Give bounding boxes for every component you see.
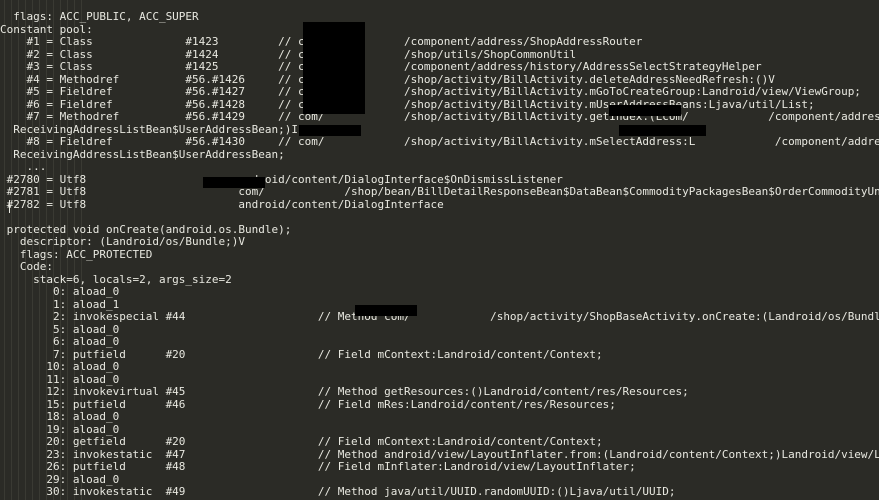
code-line: #5 = Fieldref #56.#1427 // com/ /shop/ac… [0, 85, 861, 98]
code-line: 15: putfield #46 // Field mRes:Landroid/… [0, 397, 616, 411]
disassembly-listing[interactable]: flags: ACC_PUBLIC, ACC_SUPER Constant poo… [0, 10, 879, 500]
code-line: 5: aload_0 [0, 322, 120, 336]
code-line: Code: [0, 260, 53, 273]
code-line: flags: ACC_PUBLIC, ACC_SUPER [0, 10, 199, 23]
code-line: #2781 = Utf8 com/ /shop/bean/BillDetailR… [6, 185, 879, 198]
code-line: ... [0, 160, 47, 173]
javap-output-viewport[interactable]: flags: ACC_PUBLIC, ACC_SUPER Constant poo… [0, 0, 879, 500]
cp8-package-bar [299, 125, 361, 136]
code-line: 26: putfield #48 // Field mInflater:Land… [0, 460, 636, 473]
code-line: descriptor: (Landroid/os/Bundle;)V [0, 235, 246, 248]
text-caret [9, 200, 10, 213]
code-line: 10: aload_0 [0, 360, 120, 373]
code-line: stack=6, locals=2, args_size=2 [0, 272, 232, 286]
code-line: 20: getfield #20 // Field mContext:Landr… [0, 435, 603, 448]
code-line: #2782 = Utf8 android/content/DialogInter… [0, 197, 444, 211]
code-line: flags: ACC_PROTECTED [0, 247, 153, 261]
invokespecial-package-bar [355, 305, 417, 316]
code-line: #7 = Methodref #56.#1429 // com/ /shop/a… [0, 110, 879, 123]
code-line: 12: invokevirtual #45 // Method getResou… [0, 385, 689, 398]
code-line: 18: aload_0 [0, 410, 120, 423]
cp2781-package-bar [203, 177, 265, 188]
code-line: 2: invokespecial #44 // Method com/ /sho… [0, 310, 879, 323]
code-line: 30: invokestatic #49 // Method java/util… [0, 485, 676, 498]
code-line: 7: putfield #20 // Field mContext:Landro… [0, 347, 603, 361]
cp8-type-package-bar [619, 125, 706, 136]
code-line: #8 = Fieldref #56.#1430 // com/ /shop/ac… [0, 135, 879, 148]
code-line: #1 = Class #1423 // com/ /component/addr… [26, 35, 643, 48]
code-line: #3 = Class #1425 // com/ /component/addr… [0, 60, 762, 73]
code-line: 0: aload_0 [0, 285, 120, 298]
constant-pool-package-block [303, 22, 365, 114]
code-line: ReceivingAddressListBean$UserAddressBean… [0, 147, 285, 161]
cp7-arg-package-bar [609, 105, 681, 116]
code-line: 6: aload_0 [0, 335, 120, 348]
